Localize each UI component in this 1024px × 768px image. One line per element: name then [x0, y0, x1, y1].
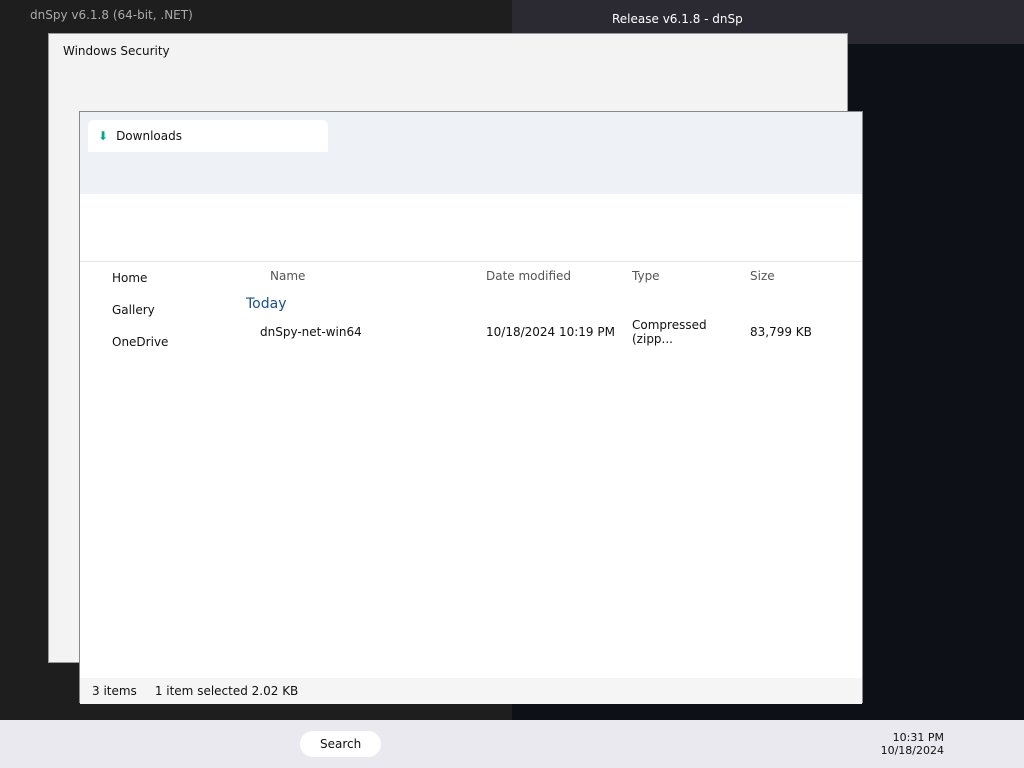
windows-security-title: Windows Security	[63, 44, 170, 58]
file-row[interactable]: dnSpy-net-win64 10/18/2024 10:19 PM Comp…	[240, 318, 860, 346]
nav-item-gallery[interactable]: Gallery	[80, 294, 230, 326]
selection-info: 1 item selected 2.02 KB	[154, 684, 299, 698]
clock-time: 10:31 PM	[892, 731, 944, 744]
taskbar-search[interactable]: Search	[300, 731, 382, 757]
downloads-tab[interactable]: ⬇ Downloads	[88, 120, 328, 152]
column-size[interactable]: Size	[750, 269, 775, 283]
file-list: Name Date modified Type Size Today dnSpy…	[240, 262, 860, 672]
explorer-toolbar	[80, 194, 862, 262]
item-count: 3 items	[92, 684, 137, 698]
nav-label: OneDrive	[112, 335, 169, 349]
nav-item-onedrive[interactable]: OneDrive	[80, 326, 230, 358]
column-date[interactable]: Date modified	[486, 269, 632, 283]
file-type: Compressed (zipp...	[632, 318, 707, 346]
firefox-tab[interactable]: Release v6.1.8 - dnSp	[612, 12, 743, 26]
group-label: Today	[246, 296, 287, 312]
status-bar: 3 items 1 item selected 2.02 KB	[80, 678, 862, 704]
nav-item-home[interactable]: Home	[80, 262, 230, 294]
clock[interactable]: 10:31 PM 10/18/2024	[881, 731, 944, 757]
column-name[interactable]: Name	[240, 269, 486, 283]
dnspy-title: dnSpy v6.1.8 (64-bit, .NET)	[30, 8, 193, 22]
explorer-header: ⬇ Downloads	[80, 112, 862, 194]
download-icon: ⬇	[98, 129, 109, 143]
tab-label: Downloads	[116, 129, 182, 143]
file-size: 83,799 KB	[750, 325, 812, 339]
file-date: 10/18/2024 10:19 PM	[486, 325, 615, 339]
nav-pane: Home Gallery OneDrive	[80, 262, 230, 672]
column-type[interactable]: Type	[632, 269, 750, 283]
column-header-row: Name Date modified Type Size	[240, 262, 860, 290]
group-today[interactable]: Today	[240, 290, 860, 318]
nav-label: Home	[112, 271, 148, 285]
file-explorer: ⬇ Downloads Home Gallery OneDrive Name D…	[79, 111, 863, 704]
nav-label: Gallery	[112, 303, 155, 317]
taskbar: Search 10:31 PM 10/18/2024	[0, 720, 1024, 768]
file-name: dnSpy-net-win64	[260, 325, 362, 339]
clock-date: 10/18/2024	[880, 744, 944, 757]
